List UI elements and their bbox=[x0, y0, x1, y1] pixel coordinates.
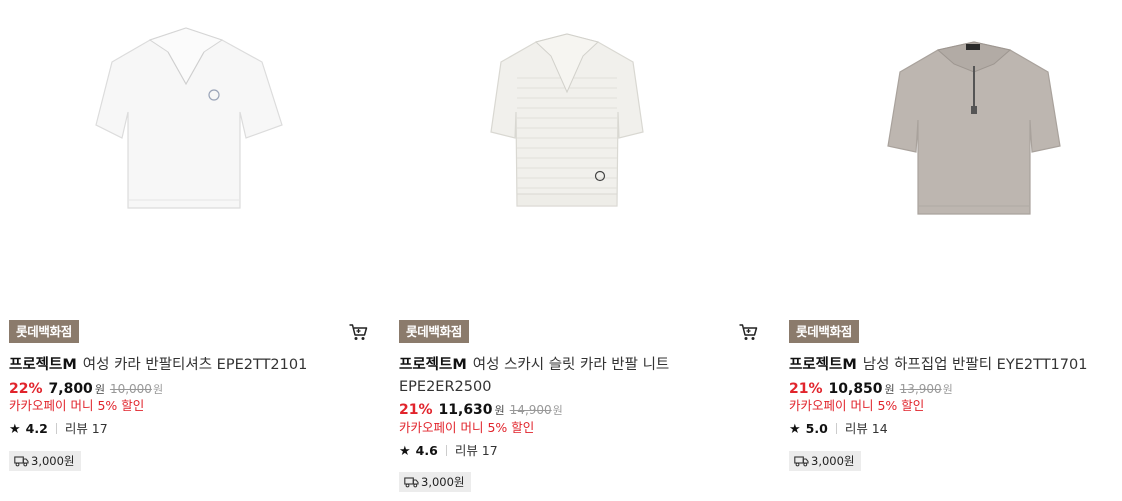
original-currency-unit: 원 bbox=[152, 383, 164, 396]
truck-icon bbox=[794, 456, 809, 467]
product-image[interactable] bbox=[0, 0, 368, 300]
sale-price: 10,850 bbox=[828, 381, 883, 397]
truck-icon bbox=[14, 456, 29, 467]
rating-row: ★ 5.0 리뷰 14 bbox=[789, 421, 888, 438]
shipping-fee-badge: 3,000원 bbox=[9, 451, 81, 471]
rating-value: 5.0 bbox=[805, 421, 828, 436]
divider bbox=[835, 423, 837, 434]
review-count: 리뷰 17 bbox=[64, 421, 108, 436]
shipping-fee-badge: 3,000원 bbox=[399, 472, 471, 492]
rating-row: ★ 4.2 리뷰 17 bbox=[9, 421, 108, 438]
product-card[interactable]: 롯데백화점 프로젝트M 여성 스카시 슬릿 카라 반팔 니트 EPE2ER2500… bbox=[390, 0, 758, 501]
product-title[interactable]: 프로젝트M 남성 하프집업 반팔티 EYE2TT1701 bbox=[789, 354, 1119, 376]
review-count: 리뷰 14 bbox=[844, 421, 888, 436]
original-price: 10,000 bbox=[109, 382, 152, 396]
shipping-fee: 3,000원 bbox=[811, 454, 855, 468]
sale-price: 11,630 bbox=[438, 402, 493, 418]
original-price: 14,900 bbox=[509, 403, 552, 417]
product-image[interactable] bbox=[780, 0, 1122, 300]
product-name: 남성 하프집업 반팔티 EYE2TT1701 bbox=[862, 357, 1088, 373]
currency-unit: 원 bbox=[494, 404, 505, 417]
divider bbox=[55, 423, 57, 434]
currency-unit: 원 bbox=[94, 383, 105, 396]
star-icon: ★ bbox=[9, 422, 21, 437]
review-count: 리뷰 17 bbox=[454, 443, 498, 458]
price-row: 21% 10,850 원 13,900원 bbox=[789, 380, 953, 399]
product-brand: 프로젝트M bbox=[789, 357, 857, 373]
product-card[interactable]: 롯데백화점 프로젝트M 남성 하프집업 반팔티 EYE2TT1701 21% 10,… bbox=[780, 0, 1122, 501]
original-currency-unit: 원 bbox=[942, 383, 953, 396]
star-icon: ★ bbox=[399, 444, 411, 459]
discount-rate: 22% bbox=[9, 381, 43, 397]
store-badge: 롯데백화점 bbox=[399, 320, 470, 343]
product-image[interactable] bbox=[390, 0, 758, 300]
cart-icon bbox=[349, 324, 368, 340]
add-to-cart-button[interactable] bbox=[348, 322, 370, 342]
discount-rate: 21% bbox=[789, 381, 823, 397]
shipping-fee: 3,000원 bbox=[421, 475, 465, 489]
product-brand: 프로젝트M bbox=[399, 357, 467, 373]
rating-value: 4.6 bbox=[415, 443, 438, 458]
shipping-fee: 3,000원 bbox=[31, 454, 75, 468]
promo-text: 카카오페이 머니 5% 할인 bbox=[789, 398, 925, 413]
price-row: 21% 11,630 원 14,900원 bbox=[399, 401, 563, 420]
cart-icon bbox=[739, 324, 758, 340]
product-card[interactable]: 롯데백화점 프로젝트M 여성 카라 반팔티셔츠 EPE2TT2101 22% 7,8… bbox=[0, 0, 368, 501]
rating-row: ★ 4.6 리뷰 17 bbox=[399, 443, 498, 460]
promo-text: 카카오페이 머니 5% 할인 bbox=[9, 398, 145, 413]
original-price: 13,900 bbox=[899, 382, 942, 396]
store-badge: 롯데백화점 bbox=[789, 320, 860, 343]
original-currency-unit: 원 bbox=[552, 404, 563, 417]
discount-rate: 21% bbox=[399, 402, 433, 418]
sale-price: 7,800 bbox=[48, 381, 93, 397]
rating-value: 4.2 bbox=[25, 421, 48, 436]
shipping-fee-badge: 3,000원 bbox=[789, 451, 861, 471]
product-grid: 롯데백화점 프로젝트M 여성 카라 반팔티셔츠 EPE2TT2101 22% 7,8… bbox=[0, 0, 1122, 501]
divider bbox=[445, 445, 447, 456]
product-title[interactable]: 프로젝트M 여성 스카시 슬릿 카라 반팔 니트 EPE2ER2500 bbox=[399, 354, 729, 398]
store-badge: 롯데백화점 bbox=[9, 320, 80, 343]
promo-text: 카카오페이 머니 5% 할인 bbox=[399, 420, 535, 435]
star-icon: ★ bbox=[789, 422, 801, 437]
price-row: 22% 7,800 원 10,000원 bbox=[9, 380, 163, 399]
product-title[interactable]: 프로젝트M 여성 카라 반팔티셔츠 EPE2TT2101 bbox=[9, 354, 339, 376]
product-brand: 프로젝트M bbox=[9, 357, 77, 373]
currency-unit: 원 bbox=[884, 383, 895, 396]
truck-icon bbox=[404, 477, 419, 488]
add-to-cart-button[interactable] bbox=[738, 322, 760, 342]
product-name: 여성 카라 반팔티셔츠 EPE2TT2101 bbox=[82, 357, 308, 373]
